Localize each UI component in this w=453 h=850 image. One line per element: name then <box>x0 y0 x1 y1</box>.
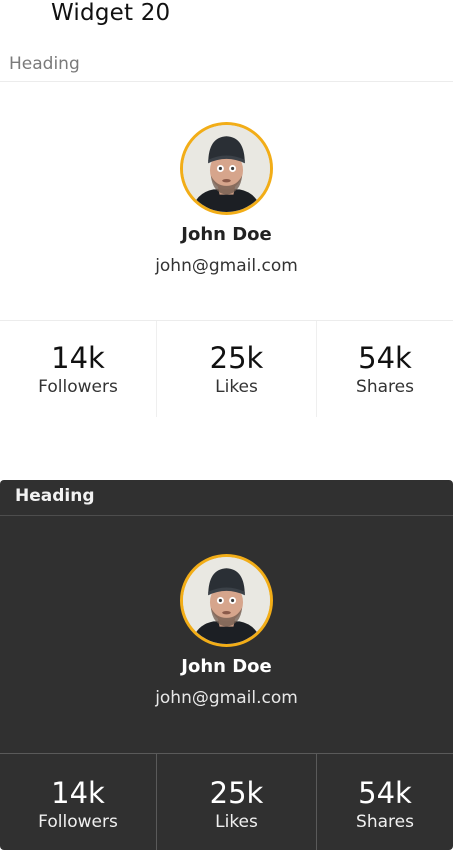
stats-row: 14k Followers 25k Likes 54k Shares <box>0 753 453 850</box>
profile-section: John Doe john@gmail.com <box>0 82 453 320</box>
page: Widget 20 Heading John Doe john@gmail.co… <box>0 0 453 850</box>
widget-title: Widget 20 <box>51 0 171 26</box>
stat-label: Likes <box>215 377 258 397</box>
profile-name: John Doe <box>181 224 272 245</box>
avatar-photo-icon <box>183 557 270 644</box>
stat-label: Likes <box>215 812 258 832</box>
card-heading: Heading <box>0 480 453 516</box>
avatar[interactable] <box>180 554 273 647</box>
stat-label: Followers <box>38 377 118 397</box>
stat-followers: 14k Followers <box>0 754 156 850</box>
stat-value: 14k <box>51 776 105 810</box>
stat-value: 54k <box>358 341 412 375</box>
stat-value: 54k <box>358 776 412 810</box>
card-heading: Heading <box>0 50 453 82</box>
stat-shares: 54k Shares <box>316 754 453 850</box>
avatar[interactable] <box>180 122 273 215</box>
stat-value: 25k <box>209 776 264 810</box>
stat-value: 14k <box>51 341 105 375</box>
profile-email[interactable]: john@gmail.com <box>0 688 453 708</box>
stat-label: Shares <box>356 377 414 397</box>
profile-section: John Doe john@gmail.com <box>0 516 453 753</box>
avatar-photo-icon <box>183 125 270 212</box>
profile-email[interactable]: john@gmail.com <box>0 256 453 276</box>
stat-value: 25k <box>209 341 264 375</box>
stats-row: 14k Followers 25k Likes 54k Shares <box>0 320 453 417</box>
profile-card-dark: Heading John Doe john@gmail.com 14k Foll… <box>0 480 453 850</box>
profile-card-light: Heading John Doe john@gmail.com 14k Foll… <box>0 50 453 420</box>
stat-likes: 25k Likes <box>156 754 316 850</box>
profile-name: John Doe <box>181 656 272 677</box>
stat-followers: 14k Followers <box>0 321 156 417</box>
stat-label: Followers <box>38 812 118 832</box>
stat-shares: 54k Shares <box>316 321 453 417</box>
stat-likes: 25k Likes <box>156 321 316 417</box>
stat-label: Shares <box>356 812 414 832</box>
